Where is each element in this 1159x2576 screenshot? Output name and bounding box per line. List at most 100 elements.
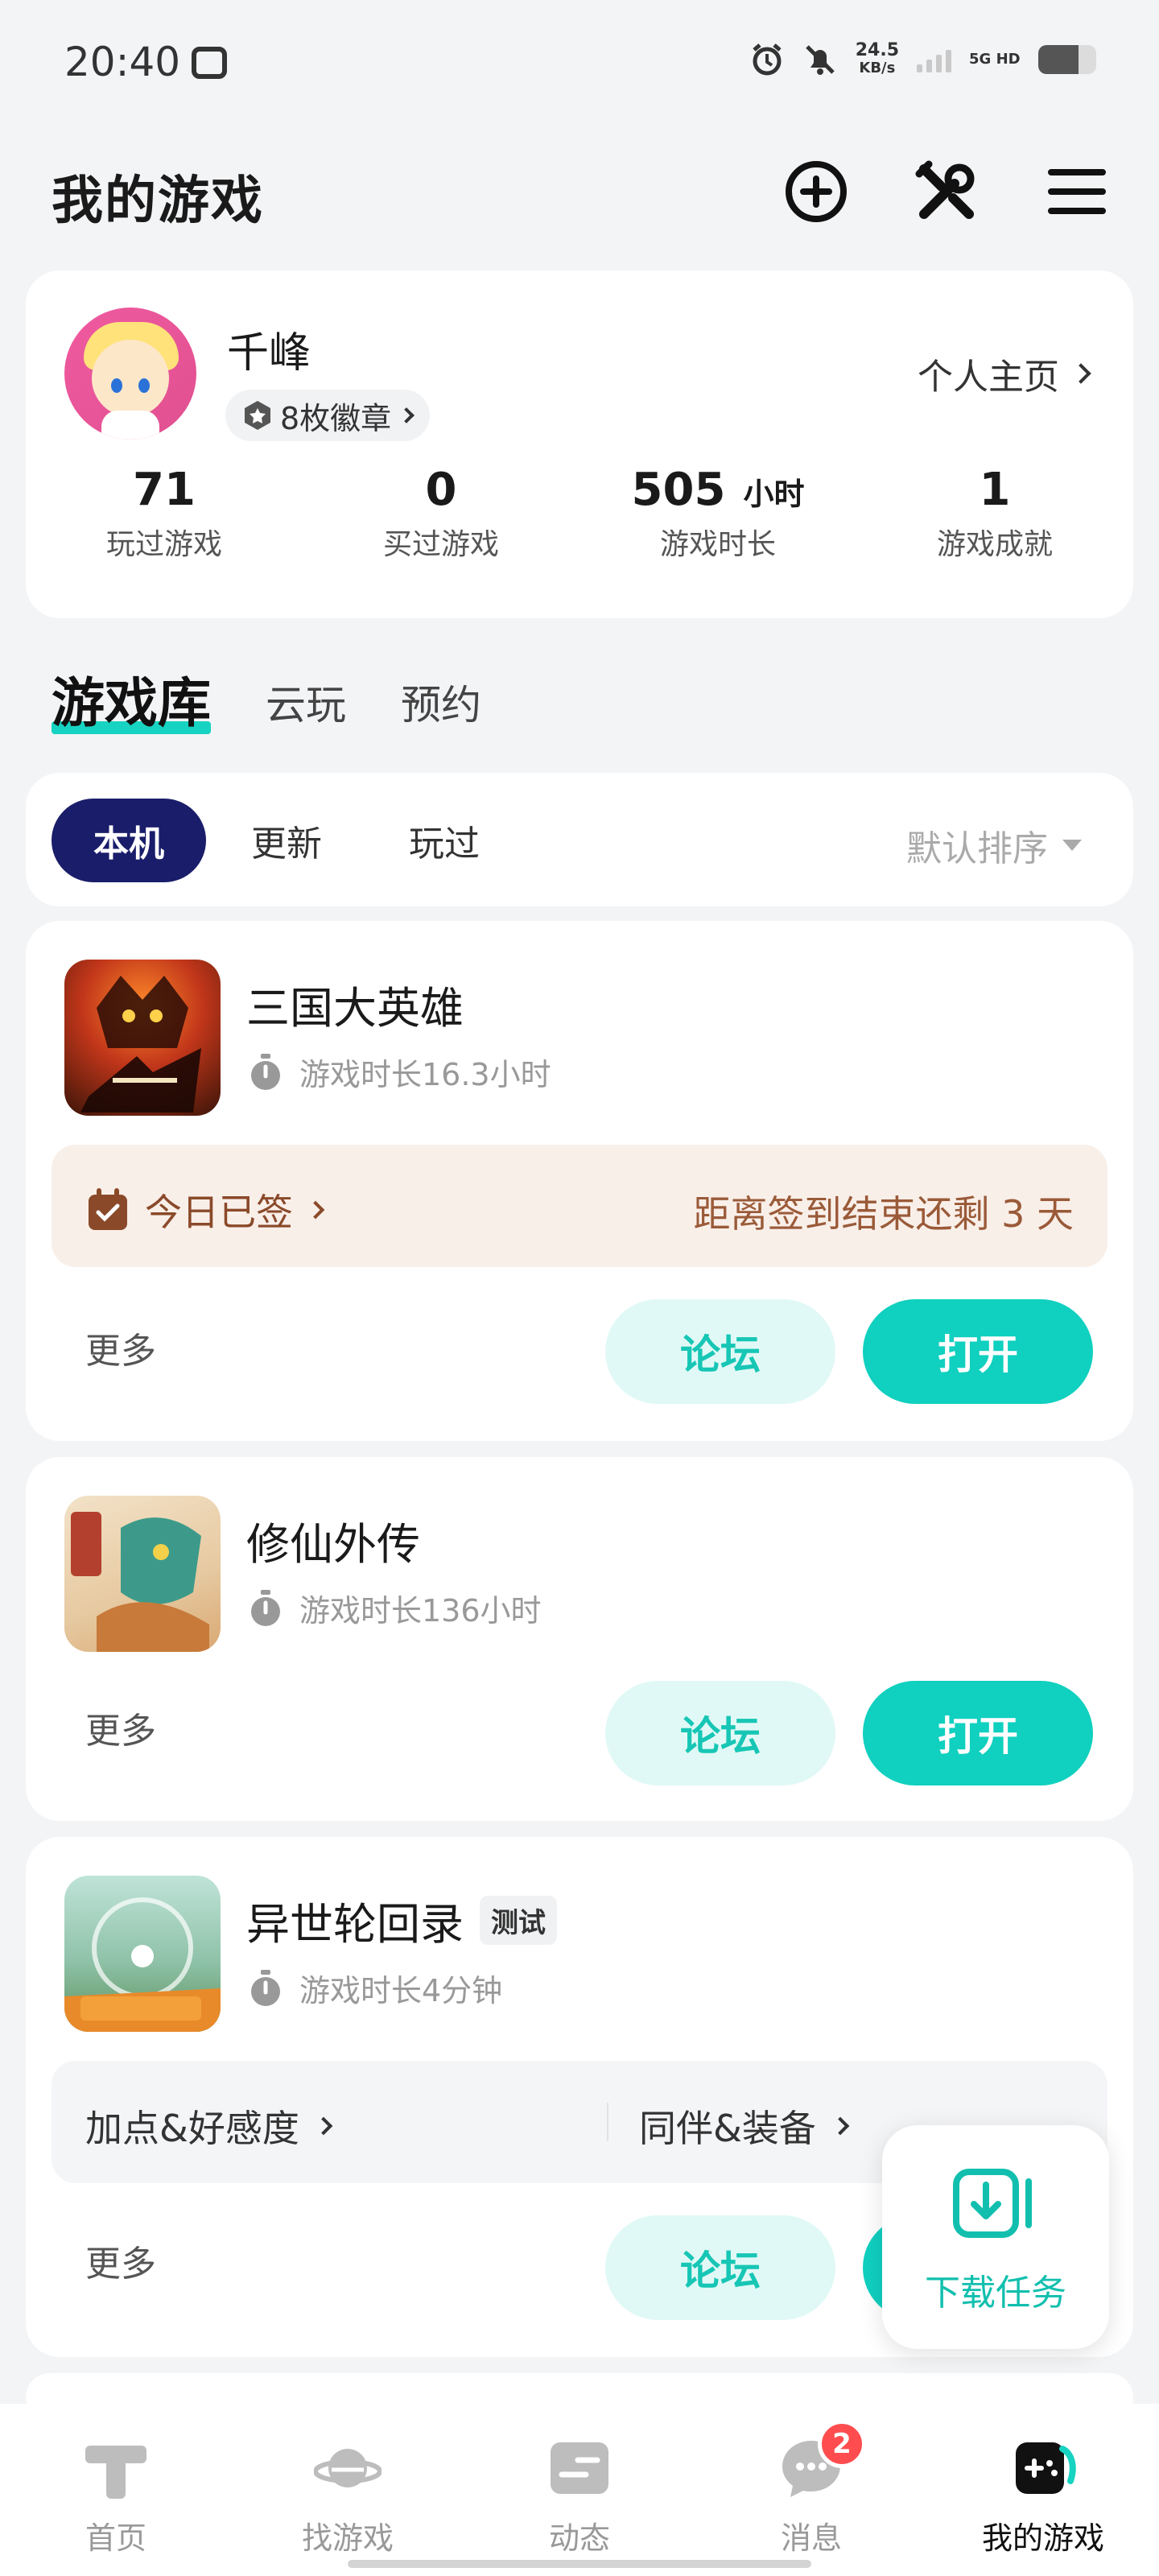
chevron-right-icon: [314, 2116, 333, 2136]
chevron-right-icon: [398, 407, 415, 423]
tab-game-library[interactable]: 游戏库: [52, 660, 211, 737]
info-link-companions[interactable]: 同伴&装备: [639, 2099, 850, 2153]
chevron-right-icon: [306, 1200, 325, 1220]
add-circle-icon[interactable]: [782, 158, 850, 225]
game-title: 三国大英雄: [246, 983, 464, 1034]
homepage-link[interactable]: 个人主页: [918, 348, 1091, 399]
open-button[interactable]: 打开: [863, 1299, 1093, 1404]
game-title: 异世轮回录: [246, 1899, 464, 1950]
chip-updates[interactable]: 更新: [209, 799, 364, 882]
net-speed-value: 24.5: [855, 40, 899, 60]
download-tasks-label: 下载任务: [925, 2273, 1066, 2314]
play-time-text: 游戏时长16.3小时: [299, 1057, 551, 1092]
alarm-icon: [753, 43, 782, 76]
more-button[interactable]: 更多: [85, 1702, 156, 1753]
game-card[interactable]: 三国大英雄 游戏时长16.3小时 今日已签 距离签到结束还剩 3 天 更多 论坛…: [26, 921, 1133, 1441]
stat-achievements[interactable]: 1 游戏成就: [856, 464, 1133, 563]
game-art: [80, 976, 201, 1113]
caret-down-icon: [1062, 840, 1082, 851]
open-button[interactable]: 打开: [863, 1681, 1093, 1785]
tab-cloud-play[interactable]: 云玩: [266, 673, 346, 731]
stat-label: 买过游戏: [382, 528, 499, 561]
forum-button[interactable]: 论坛: [605, 1299, 835, 1404]
notification-app-icon: [192, 47, 227, 79]
tools-icon[interactable]: [913, 158, 980, 225]
stopwatch-icon: [251, 1053, 280, 1090]
beta-tag: 测试: [480, 1896, 557, 1945]
game-title: 修仙外传: [246, 1519, 420, 1570]
status-icons: 24.5 KB/s 5G HD: [749, 42, 1096, 77]
play-time-text: 游戏时长136小时: [299, 1593, 542, 1629]
checkin-banner[interactable]: 今日已签 距离签到结束还剩 3 天: [52, 1145, 1107, 1267]
profile-stats: 71 玩过游戏 0 买过游戏 505 小时 游戏时长 1 游戏成就: [26, 464, 1133, 563]
status-time: 20:40: [64, 39, 181, 85]
nav-label: 首页: [85, 2520, 146, 2556]
stat-unit: 小时: [743, 477, 805, 512]
nav-discover[interactable]: 找游戏: [232, 2404, 464, 2576]
stopwatch-icon: [251, 1589, 280, 1626]
chevron-right-icon: [1070, 363, 1091, 384]
network-type: 5G HD: [969, 51, 1021, 68]
game-icon[interactable]: [64, 1496, 221, 1652]
network-speed: 24.5 KB/s: [856, 42, 899, 77]
game-art: [71, 1512, 209, 1652]
chip-local[interactable]: 本机: [52, 799, 206, 882]
chip-played[interactable]: 玩过: [367, 799, 522, 882]
more-button[interactable]: 更多: [85, 1322, 156, 1373]
stopwatch-icon: [251, 1969, 280, 2006]
checkin-calendar-icon: [89, 1188, 127, 1230]
game-card[interactable]: 修仙外传 游戏时长136小时 更多 论坛 打开: [26, 1457, 1133, 1821]
stat-played[interactable]: 71 玩过游戏: [26, 464, 303, 563]
forum-button[interactable]: 论坛: [605, 2215, 835, 2320]
game-name: 三国大英雄: [246, 972, 464, 1036]
nav-feed[interactable]: 动态: [464, 2404, 695, 2576]
main-tabs: 游戏库 云玩 预约: [52, 660, 481, 737]
avatar[interactable]: [64, 308, 196, 440]
play-time: 游戏时长16.3小时: [246, 1050, 551, 1094]
sort-label: 默认排序: [906, 828, 1048, 869]
checkin-status-text: 今日已签: [145, 1191, 293, 1234]
divider: [607, 2103, 608, 2141]
sort-dropdown[interactable]: 默认排序: [906, 819, 1082, 871]
chevron-right-icon: [831, 2116, 850, 2136]
homepage-label: 个人主页: [918, 357, 1059, 398]
mute-bell-icon: [805, 45, 835, 75]
game-icon[interactable]: [64, 1876, 221, 2032]
bottom-nav: 首页 找游戏 动态 2 消息 我的游戏: [0, 2404, 1159, 2576]
game-name: 异世轮回录 测试: [246, 1889, 557, 1952]
stat-label: 游戏时长: [659, 528, 776, 561]
nav-label: 我的游戏: [981, 2520, 1104, 2556]
signal-icon: [917, 47, 951, 72]
info-link-stats[interactable]: 加点&好感度: [85, 2099, 333, 2153]
game-name: 修仙外传: [246, 1509, 420, 1572]
more-button[interactable]: 更多: [85, 2235, 156, 2286]
stat-playtime[interactable]: 505 小时 游戏时长: [580, 464, 856, 563]
home-icon: [85, 2446, 146, 2499]
checkin-remaining: 距离签到结束还剩 3 天: [693, 1192, 1074, 1236]
nav-home[interactable]: 首页: [0, 2404, 232, 2576]
nav-label: 动态: [548, 2520, 610, 2556]
stat-value: 71: [133, 464, 196, 516]
planet-icon: [313, 2449, 382, 2487]
badges-label: 8枚徽章: [280, 400, 392, 436]
download-tasks-button[interactable]: 下载任务: [882, 2125, 1109, 2349]
filter-bar: 本机 更新 玩过 默认排序: [26, 773, 1133, 906]
profile-card: 千峰 8枚徽章 个人主页 71 玩过游戏 0 买过游戏 505 小时 游戏时长 1…: [26, 270, 1133, 618]
header-actions: [782, 158, 1111, 225]
stat-value: 0: [425, 464, 457, 516]
download-icon: [953, 2169, 1032, 2238]
menu-icon[interactable]: [1043, 158, 1111, 225]
filter-chips: 本机 更新 玩过: [52, 799, 522, 882]
game-art: [64, 1897, 221, 2032]
tab-reservations[interactable]: 预约: [401, 673, 481, 731]
play-time: 游戏时长4分钟: [246, 1966, 502, 2010]
battery-icon: [1038, 45, 1096, 74]
badges-button[interactable]: 8枚徽章: [225, 390, 431, 441]
nav-messages[interactable]: 2 消息: [695, 2404, 927, 2576]
forum-button[interactable]: 论坛: [605, 1681, 835, 1785]
nav-my-games[interactable]: 我的游戏: [927, 2404, 1159, 2576]
game-icon[interactable]: [64, 960, 221, 1116]
stat-value: 505: [631, 464, 726, 516]
stat-bought[interactable]: 0 买过游戏: [303, 464, 580, 563]
home-indicator: [348, 2560, 811, 2568]
